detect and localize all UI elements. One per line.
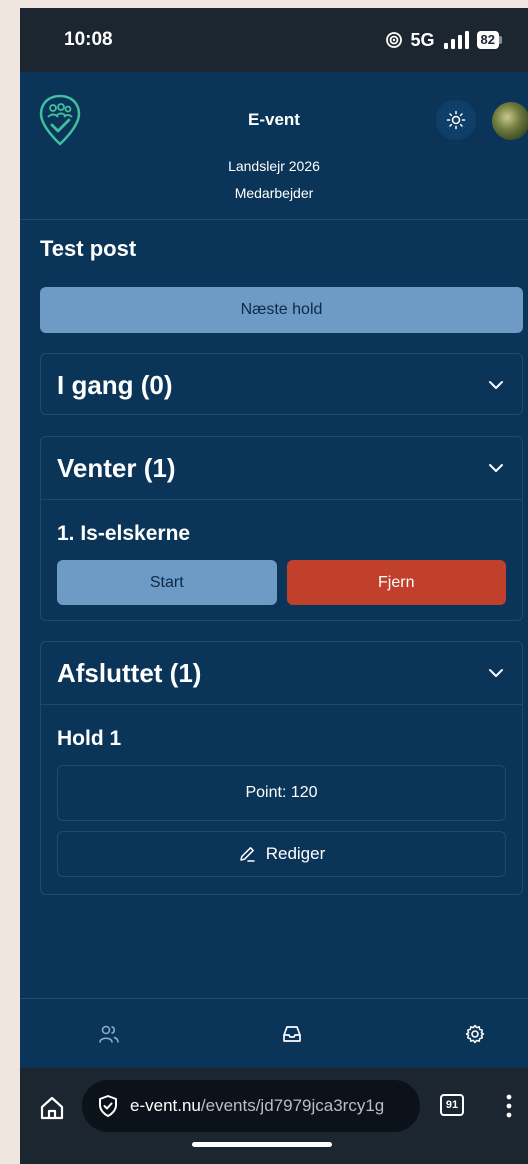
- divider: [41, 499, 522, 500]
- app-header: E-vent Landslejr 2026 Medarbejder: [20, 72, 528, 220]
- team-actions: Start Fjern: [41, 560, 522, 605]
- section-title: Afsluttet (1): [57, 657, 202, 688]
- status-time: 10:08: [64, 29, 113, 50]
- section-in-progress: I gang (0): [40, 353, 523, 415]
- inbox-icon: [283, 1025, 301, 1042]
- nav-inbox[interactable]: [279, 1021, 305, 1047]
- tabs-button[interactable]: 91: [440, 1094, 464, 1116]
- hotspot-icon: [385, 32, 402, 48]
- shield-check-icon: [99, 1095, 117, 1117]
- chevron-down-icon: [489, 464, 503, 472]
- section-in-progress-header[interactable]: I gang (0): [41, 354, 522, 416]
- address-bar[interactable]: e-vent.nu/events/jd7979jca3rcy1g: [82, 1080, 420, 1132]
- chevron-down-icon: [489, 669, 503, 677]
- signal-icon: [443, 31, 469, 49]
- battery-level: 82: [476, 31, 499, 49]
- url-path: /events/jd7979jca3rcy1g: [200, 1096, 385, 1115]
- start-button[interactable]: Start: [57, 560, 277, 605]
- status-bar: 10:08 5G 82: [20, 8, 528, 72]
- status-indicators: 5G 82: [385, 30, 502, 51]
- battery-icon: 82: [476, 31, 502, 49]
- phone-screen: 10:08 5G 82 E-vent Landslejr 2026 Medarb…: [20, 8, 528, 1164]
- theme-toggle-button[interactable]: [436, 100, 476, 140]
- section-title: I gang (0): [57, 369, 173, 400]
- gear-icon: [465, 1024, 485, 1043]
- points-display: Point: 120: [57, 765, 506, 821]
- pencil-icon: [239, 847, 255, 862]
- users-icon: [99, 1025, 119, 1043]
- battery-tip: [499, 36, 502, 44]
- section-waiting: Venter (1) 1. Is-elskerne Start Fjern: [40, 436, 523, 621]
- team-name: 1. Is-elskerne: [57, 522, 191, 545]
- event-name: Landslejr 2026: [228, 158, 320, 174]
- more-vert-icon[interactable]: [504, 1092, 514, 1120]
- chevron-down-icon: [489, 381, 503, 389]
- section-finished-header[interactable]: Afsluttet (1): [41, 642, 522, 704]
- team-name: Hold 1: [57, 727, 122, 750]
- bottom-navigation: [20, 998, 528, 1068]
- points-text: Point: 120: [245, 784, 318, 801]
- home-indicator[interactable]: [192, 1142, 332, 1147]
- remove-button[interactable]: Fjern: [286, 560, 506, 605]
- url-domain: e-vent.nu: [130, 1096, 201, 1115]
- browser-toolbar: e-vent.nu/events/jd7979jca3rcy1g 91: [20, 1068, 528, 1164]
- edit-label: Rediger: [265, 844, 326, 863]
- section-finished: Afsluttet (1) Hold 1 Point: 120 Rediger: [40, 641, 523, 895]
- home-icon[interactable]: [38, 1094, 66, 1122]
- post-title: Test post: [40, 236, 137, 261]
- user-role: Medarbejder: [234, 185, 314, 201]
- url-text: e-vent.nu/events/jd7979jca3rcy1g: [130, 1096, 384, 1116]
- section-title: Venter (1): [57, 452, 176, 483]
- section-waiting-header[interactable]: Venter (1): [41, 437, 522, 499]
- avatar[interactable]: [492, 102, 528, 140]
- network-type: 5G: [410, 29, 435, 50]
- divider: [41, 704, 522, 705]
- sun-icon: [446, 110, 466, 130]
- next-team-button[interactable]: Næste hold: [40, 287, 523, 333]
- nav-settings[interactable]: [462, 1021, 488, 1047]
- nav-teams[interactable]: [96, 1021, 122, 1047]
- edit-button[interactable]: Rediger: [57, 831, 506, 877]
